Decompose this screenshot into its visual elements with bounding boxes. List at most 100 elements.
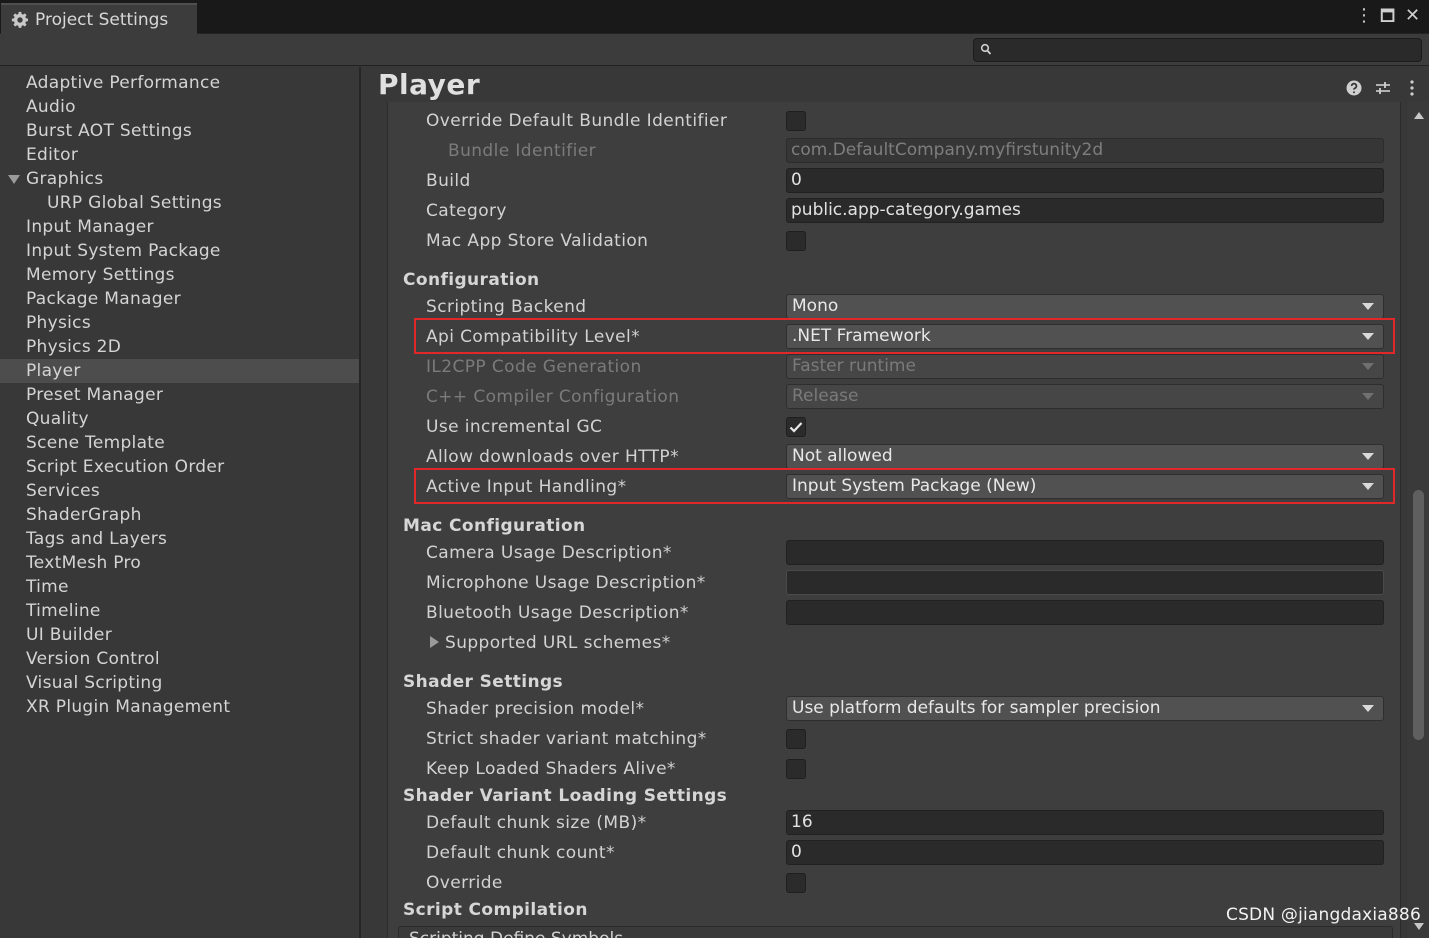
cpp-compiler-dropdown: Release <box>786 384 1384 409</box>
more-menu-icon[interactable]: ⋮ <box>1355 6 1373 26</box>
sidebar-item-xr-plugin-management[interactable]: XR Plugin Management <box>0 695 359 719</box>
gear-icon <box>11 11 29 28</box>
sidebar-item-scene-template[interactable]: Scene Template <box>0 431 359 455</box>
scripting-backend-label: Scripting Backend <box>426 297 587 317</box>
chevron-down-icon <box>1362 483 1374 490</box>
sidebar-item-quality[interactable]: Quality <box>0 407 359 431</box>
sidebar-item-services[interactable]: Services <box>0 479 359 503</box>
sidebar-item-adaptive-performance[interactable]: Adaptive Performance <box>0 71 359 95</box>
expand-arrow-icon[interactable] <box>8 175 20 184</box>
strict-matching-checkbox[interactable] <box>786 729 806 749</box>
sidebar-item-input-manager[interactable]: Input Manager <box>0 215 359 239</box>
camera-usage-field[interactable] <box>786 540 1384 565</box>
scripting-define-symbols-list[interactable]: Scripting Define Symbols <box>398 926 1393 938</box>
sidebar-item-memory-settings[interactable]: Memory Settings <box>0 263 359 287</box>
scroll-up-icon[interactable] <box>1414 112 1424 119</box>
dropdown-value: Faster runtime <box>792 356 916 376</box>
window-titlebar: Project Settings ⋮ 🗖 ✕ <box>0 0 1429 34</box>
override-bundle-label: Override Default Bundle Identifier <box>426 111 728 131</box>
chunk-size-label: Default chunk size (MB)* <box>426 813 647 833</box>
chevron-down-icon <box>1362 705 1374 712</box>
mac-validation-label: Mac App Store Validation <box>426 231 649 251</box>
allow-http-dropdown[interactable]: Not allowed <box>786 444 1384 469</box>
page-title: Player <box>378 68 481 101</box>
il2cpp-codegen-label: IL2CPP Code Generation <box>426 357 642 377</box>
sidebar-item-preset-manager[interactable]: Preset Manager <box>0 383 359 407</box>
dropdown-value: Use platform defaults for sampler precis… <box>792 698 1161 718</box>
allow-http-label: Allow downloads over HTTP* <box>426 447 679 467</box>
sidebar-item-timeline[interactable]: Timeline <box>0 599 359 623</box>
checkmark-icon <box>789 422 803 433</box>
script-compilation-header: Script Compilation <box>403 900 588 920</box>
override-bundle-checkbox[interactable] <box>786 111 806 131</box>
keep-loaded-label: Keep Loaded Shaders Alive* <box>426 759 676 779</box>
build-field[interactable]: 0 <box>786 168 1384 193</box>
dropdown-value: Input System Package (New) <box>792 476 1037 496</box>
override-checkbox[interactable] <box>786 873 806 893</box>
chunk-size-field[interactable]: 16 <box>786 810 1384 835</box>
sidebar-item-visual-scripting[interactable]: Visual Scripting <box>0 671 359 695</box>
chunk-count-field[interactable]: 0 <box>786 840 1384 865</box>
sidebar-item-package-manager[interactable]: Package Manager <box>0 287 359 311</box>
sidebar-item-editor[interactable]: Editor <box>0 143 359 167</box>
help-icon[interactable] <box>1345 79 1363 97</box>
sidebar-item-burst-aot[interactable]: Burst AOT Settings <box>0 119 359 143</box>
category-label: Category <box>426 201 507 221</box>
sidebar-item-script-execution-order[interactable]: Script Execution Order <box>0 455 359 479</box>
sidebar-item-graphics[interactable]: Graphics <box>0 167 359 191</box>
close-icon[interactable]: ✕ <box>1405 6 1420 26</box>
more-icon[interactable] <box>1403 79 1421 97</box>
player-settings-content: Override Default Bundle Identifier Bundl… <box>387 102 1401 938</box>
sidebar-item-urp-global-settings[interactable]: URP Global Settings <box>0 191 359 215</box>
chunk-count-label: Default chunk count* <box>426 843 615 863</box>
scrollbar-thumb[interactable] <box>1413 490 1424 740</box>
strict-matching-label: Strict shader variant matching* <box>426 729 707 749</box>
project-settings-tab[interactable]: Project Settings <box>1 3 197 34</box>
microphone-usage-field[interactable] <box>786 570 1384 595</box>
sidebar-item-audio[interactable]: Audio <box>0 95 359 119</box>
configuration-header: Configuration <box>403 270 540 290</box>
sidebar-item-tags-and-layers[interactable]: Tags and Layers <box>0 527 359 551</box>
sidebar-item-ui-builder[interactable]: UI Builder <box>0 623 359 647</box>
sidebar-item-player[interactable]: Player <box>0 359 359 383</box>
sidebar-item-input-system-package[interactable]: Input System Package <box>0 239 359 263</box>
incremental-gc-checkbox[interactable] <box>786 417 806 437</box>
incremental-gc-label: Use incremental GC <box>426 417 603 437</box>
settings-sidebar: Adaptive Performance Audio Burst AOT Set… <box>0 67 361 938</box>
sidebar-item-physics[interactable]: Physics <box>0 311 359 335</box>
sidebar-item-time[interactable]: Time <box>0 575 359 599</box>
watermark: CSDN @jiangdaxia886 <box>1226 905 1421 925</box>
keep-loaded-checkbox[interactable] <box>786 759 806 779</box>
search-input[interactable] <box>973 38 1422 62</box>
search-toolbar <box>0 34 1429 66</box>
vertical-scrollbar[interactable] <box>1408 102 1429 938</box>
build-label: Build <box>426 171 471 191</box>
sidebar-item-physics-2d[interactable]: Physics 2D <box>0 335 359 359</box>
mac-validation-checkbox[interactable] <box>786 231 806 251</box>
preset-icon[interactable] <box>1374 79 1392 97</box>
shader-variant-loading-header: Shader Variant Loading Settings <box>403 786 728 806</box>
tab-title: Project Settings <box>35 9 169 30</box>
settings-main-panel: Player Override Default Bundle Identifie… <box>363 67 1429 938</box>
chevron-down-icon <box>1362 453 1374 460</box>
override-label: Override <box>426 873 503 893</box>
category-field[interactable]: public.app-category.games <box>786 198 1384 223</box>
api-compatibility-dropdown[interactable]: .NET Framework <box>786 324 1384 349</box>
chevron-down-icon <box>1362 363 1374 370</box>
sidebar-item-shadergraph[interactable]: ShaderGraph <box>0 503 359 527</box>
camera-usage-label: Camera Usage Description* <box>426 543 672 563</box>
bluetooth-usage-label: Bluetooth Usage Description* <box>426 603 689 623</box>
shader-precision-label: Shader precision model* <box>426 699 645 719</box>
maximize-icon[interactable]: 🗖 <box>1380 6 1395 26</box>
sidebar-item-textmesh-pro[interactable]: TextMesh Pro <box>0 551 359 575</box>
search-icon <box>980 43 992 55</box>
shader-precision-dropdown[interactable]: Use platform defaults for sampler precis… <box>786 696 1384 721</box>
active-input-dropdown[interactable]: Input System Package (New) <box>786 474 1384 499</box>
bundle-identifier-field: com.DefaultCompany.myfirstunity2d <box>786 138 1384 163</box>
url-schemes-foldout[interactable]: Supported URL schemes* <box>445 631 671 655</box>
chevron-down-icon <box>1362 393 1374 400</box>
sidebar-item-version-control[interactable]: Version Control <box>0 647 359 671</box>
bluetooth-usage-field[interactable] <box>786 600 1384 625</box>
foldout-arrow-icon[interactable] <box>430 636 439 648</box>
scripting-backend-dropdown[interactable]: Mono <box>786 294 1384 319</box>
